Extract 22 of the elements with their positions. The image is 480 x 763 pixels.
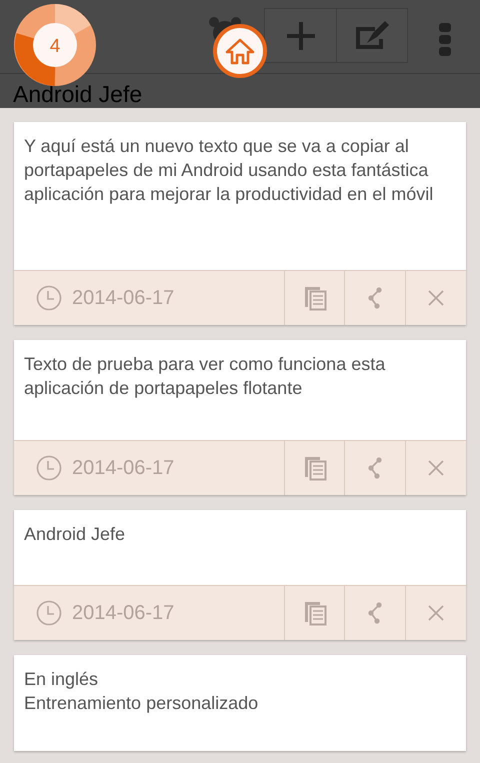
clock-icon <box>36 600 62 626</box>
share-icon <box>368 457 382 479</box>
overflow-menu-icon[interactable] <box>438 22 452 58</box>
clip-date: 2014-06-17 <box>72 456 174 481</box>
copy-icon <box>302 285 326 311</box>
close-icon <box>427 604 445 622</box>
copy-icon <box>302 455 326 481</box>
clock-icon <box>36 285 62 311</box>
clip-text: En inglés Entrenamiento personalizado <box>24 668 260 715</box>
close-icon <box>427 459 445 477</box>
copy-icon <box>302 600 326 626</box>
plus-icon <box>284 20 316 52</box>
share-icon <box>368 602 382 624</box>
clock-icon <box>36 455 62 481</box>
clip-text: Android Jefe <box>24 523 126 546</box>
clip-date: 2014-06-17 <box>72 601 174 626</box>
clip-date: 2014-06-17 <box>72 286 174 311</box>
clip-text: Texto de prueba para ver como funciona esta aplicación de portapapeles flotante <box>24 353 386 400</box>
share-icon <box>368 287 382 309</box>
home-icon <box>224 37 256 65</box>
close-icon <box>427 289 445 307</box>
clip-text: Y aquí está un nuevo texto que se va a copiar al portapapeles de mi Android usando esta fantástica aplicación para mejorar la productividad en el móvil <box>24 135 434 206</box>
